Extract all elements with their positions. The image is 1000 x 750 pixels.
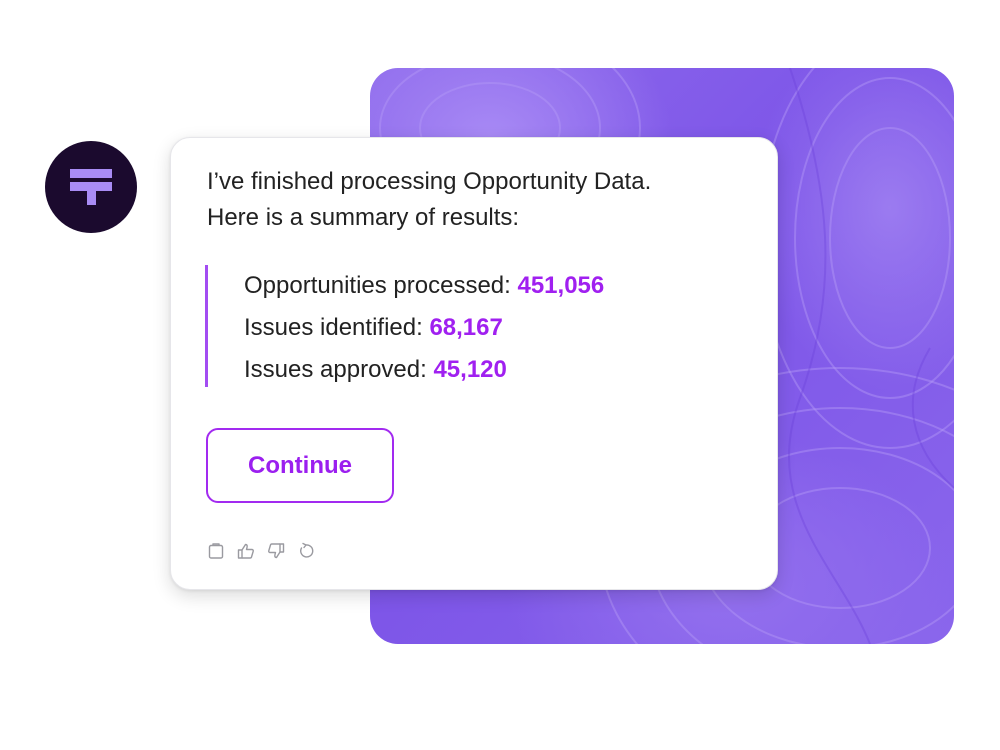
summary-row-issues-approved: Issues approved: 45,120 bbox=[244, 349, 604, 391]
summary-row-opportunities: Opportunities processed: 451,056 bbox=[244, 265, 604, 307]
continue-button[interactable]: Continue bbox=[206, 428, 394, 503]
summary-label: Issues identified: bbox=[244, 314, 430, 341]
logo-icon bbox=[70, 169, 112, 205]
message-actions bbox=[205, 540, 316, 561]
summary-value: 68,167 bbox=[429, 314, 503, 341]
thumbs-up-icon[interactable] bbox=[235, 540, 256, 561]
summary-row-issues-identified: Issues identified: 68,167 bbox=[244, 307, 604, 349]
regenerate-icon[interactable] bbox=[295, 540, 316, 561]
summary-label: Issues approved: bbox=[244, 356, 434, 383]
thumbs-down-icon[interactable] bbox=[265, 540, 286, 561]
message-line-1: I’ve finished processing Opportunity Dat… bbox=[207, 168, 652, 195]
message-text: I’ve finished processing Opportunity Dat… bbox=[207, 164, 747, 236]
copy-icon[interactable] bbox=[205, 540, 226, 561]
summary-value: 451,056 bbox=[517, 272, 605, 299]
summary-value: 45,120 bbox=[433, 356, 507, 383]
assistant-avatar bbox=[45, 141, 137, 233]
chat-message-card: I’ve finished processing Opportunity Dat… bbox=[170, 137, 778, 590]
summary-label: Opportunities processed: bbox=[244, 272, 518, 299]
message-line-2: Here is a summary of results: bbox=[207, 204, 520, 231]
results-summary: Opportunities processed: 451,056 Issues … bbox=[205, 265, 604, 387]
